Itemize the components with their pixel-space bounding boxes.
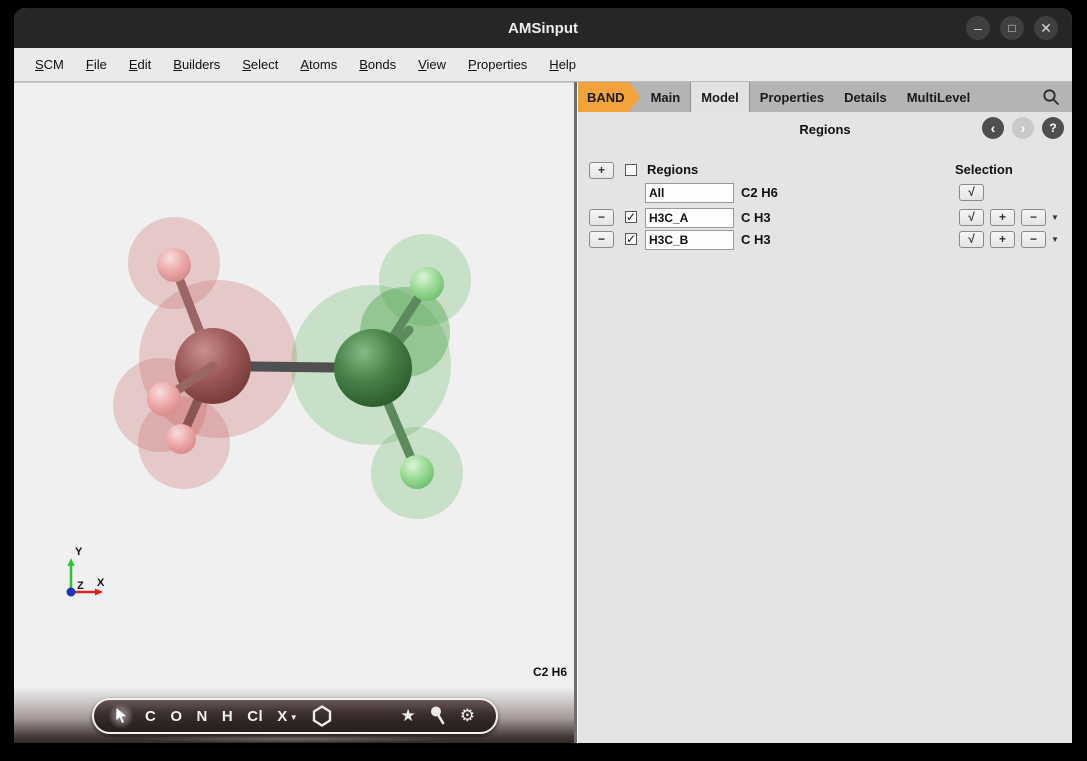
tab-details[interactable]: Details bbox=[834, 82, 897, 112]
menu-builders[interactable]: Builders bbox=[164, 53, 229, 76]
region-name-input-a[interactable] bbox=[645, 208, 734, 228]
tab-bar: BAND Main Model Properties Details Multi… bbox=[578, 82, 1072, 112]
menu-select[interactable]: Select bbox=[233, 53, 287, 76]
chevron-left-icon: ‹ bbox=[991, 121, 996, 135]
remove-region-a-button[interactable]: − bbox=[589, 209, 614, 226]
model-regions-page: Regions ‹ › ? + Regions Selection C2 H6 … bbox=[578, 112, 1072, 743]
minimize-icon: – bbox=[974, 21, 982, 35]
menu-scm[interactable]: SCM bbox=[26, 53, 73, 76]
spotlight-tool-button[interactable] bbox=[430, 706, 446, 726]
close-button[interactable]: ✕ bbox=[1034, 16, 1058, 40]
title-bar: AMSinput – □ ✕ bbox=[14, 8, 1072, 48]
menu-atoms[interactable]: Atoms bbox=[291, 53, 346, 76]
search-icon bbox=[1042, 88, 1060, 106]
gear-icon: ⚙ bbox=[460, 706, 475, 726]
element-toolbar: C O N H Cl X ▼ ★ bbox=[92, 698, 498, 734]
hexagon-icon bbox=[312, 705, 332, 727]
tool-glow bbox=[108, 703, 134, 729]
region-b-visible-checkbox[interactable] bbox=[625, 233, 637, 245]
search-button[interactable] bbox=[1030, 82, 1072, 112]
molecule-canvas[interactable] bbox=[14, 83, 574, 743]
question-icon: ? bbox=[1049, 122, 1056, 134]
menu-edit[interactable]: Edit bbox=[120, 53, 160, 76]
remove-from-region-b-button[interactable]: − bbox=[1021, 231, 1046, 248]
screen: AMSinput – □ ✕ SCM File Edit Builders Se… bbox=[0, 0, 1087, 761]
axis-indicator: Y X Z bbox=[42, 538, 122, 608]
dropdown-icon: ▼ bbox=[290, 713, 298, 722]
x-axis-label: X bbox=[97, 577, 105, 589]
tab-properties[interactable]: Properties bbox=[750, 82, 834, 112]
region-name-input-b[interactable] bbox=[645, 230, 734, 250]
toolbar-reflection bbox=[134, 735, 454, 743]
atom-h4[interactable] bbox=[410, 267, 444, 301]
atom-h2[interactable] bbox=[147, 382, 181, 416]
star-icon: ★ bbox=[401, 706, 416, 726]
element-n-button[interactable]: N bbox=[197, 708, 208, 725]
element-c-button[interactable]: C bbox=[145, 708, 156, 725]
region-formula-a: C H3 bbox=[741, 210, 771, 225]
region-a-dropdown-icon[interactable]: ▼ bbox=[1051, 213, 1059, 222]
atom-h3[interactable] bbox=[166, 424, 196, 454]
regions-header-checkbox[interactable] bbox=[625, 164, 637, 176]
settings-tool-button[interactable]: ⚙ bbox=[460, 706, 475, 726]
select-all-region-button[interactable]: √ bbox=[959, 184, 984, 201]
tab-model[interactable]: Model bbox=[690, 82, 750, 112]
preset-band-label: BAND bbox=[587, 90, 625, 105]
maximize-button[interactable]: □ bbox=[1000, 16, 1024, 40]
ring-tool-button[interactable] bbox=[312, 705, 332, 727]
tab-main[interactable]: Main bbox=[641, 82, 691, 112]
menu-view[interactable]: View bbox=[409, 53, 455, 76]
minimize-button[interactable]: – bbox=[966, 16, 990, 40]
menu-bonds[interactable]: Bonds bbox=[350, 53, 405, 76]
select-region-b-button[interactable]: √ bbox=[959, 231, 984, 248]
add-to-region-a-button[interactable]: + bbox=[990, 209, 1015, 226]
main-content: Y X Z C2 H6 C O N bbox=[14, 82, 1072, 743]
nav-back-button[interactable]: ‹ bbox=[982, 117, 1004, 139]
star-tool-button[interactable]: ★ bbox=[401, 706, 416, 726]
tab-multilevel[interactable]: MultiLevel bbox=[897, 82, 981, 112]
element-h-button[interactable]: H bbox=[222, 708, 233, 725]
window-title: AMSinput bbox=[14, 20, 1072, 37]
molecule-viewport[interactable]: Y X Z C2 H6 C O N bbox=[14, 82, 574, 743]
menu-file[interactable]: File bbox=[77, 53, 116, 76]
region-name-input-all[interactable] bbox=[645, 183, 734, 203]
element-o-button[interactable]: O bbox=[170, 708, 182, 725]
regions-header-label: Regions bbox=[647, 162, 698, 177]
pin-icon bbox=[430, 706, 446, 726]
input-panel: BAND Main Model Properties Details Multi… bbox=[578, 82, 1072, 743]
menu-properties[interactable]: Properties bbox=[459, 53, 536, 76]
y-axis-label: Y bbox=[75, 546, 83, 558]
window-controls: – □ ✕ bbox=[966, 16, 1058, 40]
z-axis-label: Z bbox=[77, 580, 84, 592]
add-to-region-b-button[interactable]: + bbox=[990, 231, 1015, 248]
remove-region-b-button[interactable]: − bbox=[589, 231, 614, 248]
help-button[interactable]: ? bbox=[1042, 117, 1064, 139]
atom-h5[interactable] bbox=[400, 455, 434, 489]
atom-h1[interactable] bbox=[157, 248, 191, 282]
amsinput-window: AMSinput – □ ✕ SCM File Edit Builders Se… bbox=[14, 8, 1072, 743]
z-axis-dot bbox=[67, 588, 76, 597]
close-icon: ✕ bbox=[1040, 21, 1052, 35]
nav-forward-button[interactable]: › bbox=[1012, 117, 1034, 139]
formula-readout: C2 H6 bbox=[533, 665, 567, 679]
remove-from-region-a-button[interactable]: − bbox=[1021, 209, 1046, 226]
region-formula-b: C H3 bbox=[741, 232, 771, 247]
select-tool-button[interactable] bbox=[108, 703, 134, 729]
maximize-icon: □ bbox=[1008, 22, 1015, 34]
chevron-right-icon: › bbox=[1021, 121, 1026, 135]
select-region-a-button[interactable]: √ bbox=[959, 209, 984, 226]
add-region-button[interactable]: + bbox=[589, 162, 614, 179]
element-cl-button[interactable]: Cl bbox=[247, 708, 263, 725]
element-x-label: X bbox=[277, 708, 288, 725]
selection-header-label: Selection bbox=[955, 162, 1013, 177]
atom-c2[interactable] bbox=[334, 329, 412, 407]
element-picker-button[interactable]: X ▼ bbox=[277, 708, 298, 725]
preset-band-tab[interactable]: BAND bbox=[578, 82, 641, 112]
region-a-visible-checkbox[interactable] bbox=[625, 211, 637, 223]
menu-bar: SCM File Edit Builders Select Atoms Bond… bbox=[14, 48, 1072, 82]
region-b-dropdown-icon[interactable]: ▼ bbox=[1051, 235, 1059, 244]
menu-help[interactable]: Help bbox=[540, 53, 585, 76]
region-formula-all: C2 H6 bbox=[741, 185, 778, 200]
